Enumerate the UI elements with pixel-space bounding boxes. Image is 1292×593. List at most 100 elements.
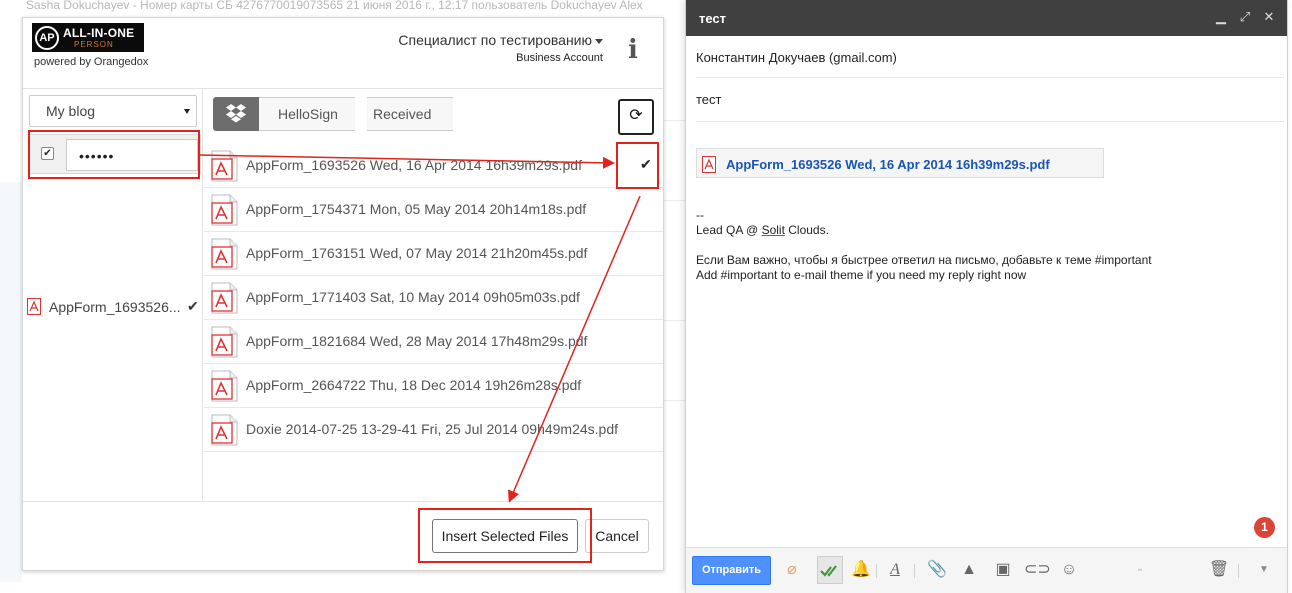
checkmark-icon: ✔ (187, 298, 199, 314)
subject-field[interactable]: тест (696, 80, 1284, 122)
background-divider (664, 320, 686, 321)
file-row[interactable]: AppForm_1821684 Wed, 28 May 2014 17h48m2… (204, 320, 663, 364)
pdf-icon (27, 298, 41, 315)
pdf-file-icon (211, 414, 238, 446)
recipient-value: Константин Докучаев (gmail.com) (696, 50, 897, 65)
breadcrumb-received[interactable]: Received (367, 97, 453, 131)
orangedox-dialog: AP ALL-IN-ONE PERSON powered by Orangedo… (22, 17, 664, 571)
pdf-file-icon (211, 282, 238, 314)
breadcrumb-hellosign[interactable]: HelloSign (259, 97, 355, 131)
refresh-button[interactable]: ⟳ (618, 99, 654, 135)
attach-clip-icon[interactable]: ⌀ (781, 559, 803, 581)
file-name: Doxie 2014-07-25 13-29-41 Fri, 25 Jul 20… (246, 421, 619, 437)
refresh-icon: ⟳ (629, 107, 643, 124)
selected-file-name: AppForm_1693526... (49, 299, 181, 315)
signature-line: Lead QA @ Solit Clouds. (696, 223, 1276, 238)
pdf-file-icon (211, 238, 238, 270)
more-options-icon[interactable]: - (1129, 559, 1151, 581)
annotation-box-insert (418, 508, 592, 563)
file-name: AppForm_2664722 Thu, 18 Dec 2014 19h26m2… (246, 377, 582, 393)
signature-en-line: Add #important to e-mail theme if you ne… (696, 268, 1027, 282)
recipient-field[interactable]: Константин Докучаев (gmail.com) (696, 36, 1284, 78)
account-type: Business Account (516, 52, 603, 64)
dropbox-icon (226, 104, 246, 123)
file-row[interactable]: AppForm_1763151 Wed, 07 May 2014 21h20m4… (204, 232, 663, 276)
background-divider (664, 120, 686, 121)
logo-mark: AP (35, 26, 59, 50)
dropbox-root-button[interactable] (213, 97, 259, 131)
file-row[interactable]: AppForm_1771403 Sat, 10 May 2014 09h05m0… (204, 276, 663, 320)
pdf-file-icon (211, 150, 238, 182)
info-icon[interactable]: i (625, 36, 641, 64)
all-in-one-person-logo: AP ALL-IN-ONE PERSON (32, 23, 144, 52)
pdf-file-icon (211, 194, 238, 226)
paperclip-icon[interactable]: 📎 (926, 559, 948, 581)
file-name: AppForm_1821684 Wed, 28 May 2014 17h48m2… (246, 333, 588, 349)
pdf-icon (702, 156, 716, 173)
blog-select[interactable]: My blog (29, 95, 197, 127)
file-row[interactable]: AppForm_1693526 Wed, 16 Apr 2014 16h39m2… (204, 144, 663, 188)
compose-toolbar: Отправить ⌀ 🔔 A 📎 ▲ ▣ ⊂⊃ ☺ - 🗑 ▼ (686, 547, 1287, 593)
logo-subtitle: PERSON (74, 40, 114, 49)
file-row[interactable]: AppForm_1754371 Mon, 05 May 2014 20h14m1… (204, 188, 663, 232)
toolbar-separator (876, 564, 877, 578)
background-divider (664, 400, 686, 401)
pdf-file-icon (211, 370, 238, 402)
user-menu[interactable]: Специалист по тестированию (398, 32, 603, 48)
logo-title: ALL-IN-ONE (63, 26, 135, 40)
minimize-icon[interactable]: ▁ (1213, 9, 1229, 25)
gmail-compose-window: тест ▁ ⤢ ✕ Константин Докучаев (gmail.co… (685, 0, 1288, 593)
powered-by-label: powered by Orangedox (34, 56, 149, 68)
toolbar-separator (1238, 564, 1239, 578)
expand-icon[interactable]: ⤢ (1237, 9, 1253, 25)
insert-link-icon[interactable]: ⊂⊃ (1024, 559, 1051, 581)
background-selected-row (0, 182, 22, 582)
file-name: AppForm_1771403 Sat, 10 May 2014 09h05m0… (246, 289, 580, 305)
signature-text: Clouds. (784, 223, 829, 237)
signature-ru-line: Если Вам важно, чтобы я быстрее ответил … (696, 253, 1152, 267)
send-button[interactable]: Отправить (692, 556, 771, 585)
file-row[interactable]: Doxie 2014-07-25 13-29-41 Fri, 25 Jul 20… (204, 408, 663, 452)
insert-photo-icon[interactable]: ▣ (992, 559, 1014, 581)
breadcrumb-received-label: Received (373, 106, 432, 122)
background-divider (664, 200, 686, 201)
dialog-header: AP ALL-IN-ONE PERSON powered by Orangedo… (23, 18, 663, 88)
footer-divider (23, 501, 663, 502)
more-options-arrow-icon[interactable]: ▼ (1253, 559, 1275, 581)
signature-text: Lead QA @ (696, 223, 762, 237)
annotation-box-password (28, 130, 200, 179)
compose-titlebar: тест ▁ ⤢ ✕ (686, 0, 1287, 36)
close-icon[interactable]: ✕ (1261, 9, 1277, 25)
double-check-icon (820, 565, 837, 577)
text-format-icon[interactable]: A (884, 559, 906, 581)
attachment-name: AppForm_1693526 Wed, 16 Apr 2014 16h39m2… (726, 157, 1050, 172)
notification-badge[interactable]: 1 (1254, 517, 1275, 538)
selected-file-item[interactable]: AppForm_1693526... ✔ (27, 297, 201, 317)
user-name: Специалист по тестированию (398, 32, 592, 48)
annotation-box-check (616, 142, 659, 189)
signature-dashes: -- (696, 208, 704, 222)
toolbar-separator (914, 564, 915, 578)
orangedox-toggle-button[interactable] (817, 556, 843, 584)
file-name: AppForm_1693526 Wed, 16 Apr 2014 16h39m2… (246, 157, 582, 173)
attachment-chip[interactable]: AppForm_1693526 Wed, 16 Apr 2014 16h39m2… (696, 148, 1104, 178)
bell-icon[interactable]: 🔔 (850, 559, 872, 581)
file-row[interactable]: AppForm_2664722 Thu, 18 Dec 2014 19h26m2… (204, 364, 663, 408)
trash-icon[interactable]: 🗑 (1208, 559, 1230, 581)
message-body[interactable]: -- Lead QA @ Solit Clouds. Если Вам важн… (696, 208, 1276, 283)
dropdown-arrow-icon (184, 109, 190, 114)
file-name: AppForm_1763151 Wed, 07 May 2014 21h20m4… (246, 245, 588, 261)
signature-company: Solit (761, 223, 785, 237)
compose-title: тест (699, 11, 727, 26)
google-drive-icon[interactable]: ▲ (958, 559, 980, 581)
file-name: AppForm_1754371 Mon, 05 May 2014 20h14m1… (246, 201, 587, 217)
cancel-button[interactable]: Cancel (585, 519, 649, 553)
pdf-file-icon (211, 326, 238, 358)
chevron-down-icon (595, 38, 603, 44)
subject-value: тест (696, 92, 722, 107)
blog-select-value: My blog (46, 103, 96, 119)
emoji-icon[interactable]: ☺ (1058, 559, 1080, 581)
background-email-line: Sasha Dokuchayev - Номер карты СБ 427677… (26, 0, 643, 12)
file-list: AppForm_1693526 Wed, 16 Apr 2014 16h39m2… (204, 144, 663, 454)
